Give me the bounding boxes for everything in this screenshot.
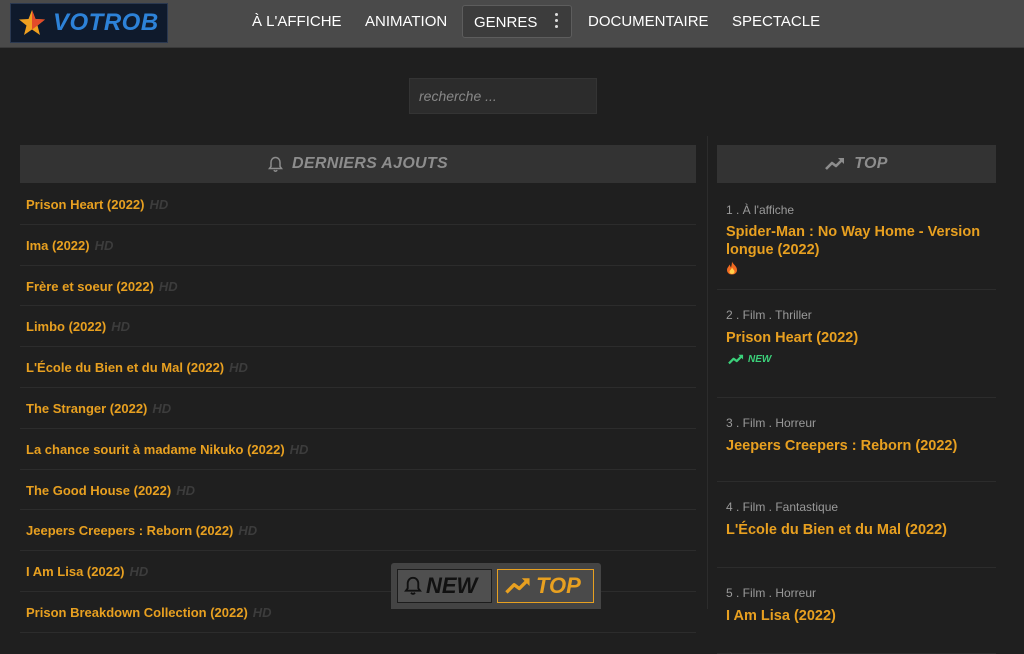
hd-quality-tag: HD [289, 441, 309, 457]
top-item-title: Spider-Man : No Way Home - Version longu… [726, 224, 981, 258]
top-item-title: Jeepers Creepers : Reborn (2022) [726, 438, 958, 454]
bell-icon [268, 156, 284, 172]
search-input[interactable] [409, 78, 597, 114]
top-list: 1 . À l'affiche Spider-Man : No Way Home … [717, 184, 996, 654]
hd-quality-tag: HD [176, 482, 195, 498]
top-item-meta: 3 . Film . Horreur [726, 416, 817, 430]
latest-item-title: La chance sourit à madame Nikuko (2022) [26, 441, 285, 457]
hd-quality-tag: HD [152, 400, 172, 416]
top-list-item[interactable]: 4 . Film . Fantastique L'École du Bien et… [717, 482, 996, 568]
latest-item-title: Prison Breakdown Collection (2022) [26, 604, 248, 620]
top-title: TOP [854, 155, 888, 172]
top-list-item[interactable]: 2 . Film . Thriller Prison Heart (2022) NE… [717, 290, 996, 398]
top-list-item[interactable]: 3 . Film . Horreur Jeepers Creepers : Reb… [717, 398, 996, 482]
top-item-meta: 1 . À l'affiche [726, 203, 795, 217]
latest-list-item[interactable]: Prison Heart (2022) HD [20, 184, 696, 225]
latest-item-title: Limbo (2022) [26, 319, 107, 335]
hd-quality-tag: HD [252, 604, 272, 620]
latest-item-title: The Good House (2022) [26, 482, 172, 498]
hd-quality-tag: HD [229, 360, 248, 376]
hd-quality-tag: HD [111, 319, 130, 335]
nav-item-documentaire[interactable]: DOCUMENTAIRE [588, 13, 709, 30]
trending-up-icon [825, 158, 845, 170]
top-header: TOP [717, 145, 996, 183]
top-list-item[interactable]: 5 . Film . Horreur I Am Lisa (2022) [717, 568, 996, 654]
latest-additions-title: DERNIERS AJOUTS [292, 155, 448, 172]
latest-list-item[interactable]: Limbo (2022) HD [20, 306, 696, 348]
top-list-item[interactable]: 1 . À l'affiche Spider-Man : No Way Home … [717, 184, 996, 290]
latest-additions-header: DERNIERS AJOUTS [20, 145, 696, 183]
top-item-title: Prison Heart (2022) [726, 330, 859, 346]
new-toggle-button[interactable]: NEW [397, 569, 492, 603]
latest-item-title: Frère et soeur (2022) [26, 278, 154, 294]
top-navigation-bar: VOTROB À L'AFFICHE ANIMATION GENRES DOCU… [0, 0, 1024, 48]
new-badge: NEW [728, 354, 771, 365]
hot-badge [726, 261, 738, 280]
column-divider [707, 136, 708, 609]
latest-item-title: L'École du Bien et du Mal (2022) [26, 360, 225, 376]
bell-icon [404, 576, 422, 595]
floating-toggle-bar: NEW TOP [391, 563, 601, 609]
new-toggle-label: NEW [426, 573, 478, 598]
site-logo-text: VOTROB [53, 9, 159, 36]
hd-quality-tag: HD [129, 564, 149, 580]
hd-quality-tag: HD [94, 237, 114, 253]
latest-list-item[interactable]: Jeepers Creepers : Reborn (2022) HD [20, 510, 696, 552]
latest-item-title: Jeepers Creepers : Reborn (2022) [26, 523, 234, 539]
latest-item-title: Prison Heart (2022) [26, 197, 145, 212]
new-badge-label: NEW [748, 354, 772, 365]
top-item-title: L'École du Bien et du Mal (2022) [726, 522, 947, 538]
latest-list-item[interactable]: The Stranger (2022) HD [20, 388, 696, 429]
latest-list-item[interactable]: L'École du Bien et du Mal (2022) HD [20, 347, 696, 388]
kebab-menu-icon [555, 13, 558, 31]
latest-item-title: I Am Lisa (2022) [26, 564, 125, 580]
latest-item-title: Ima (2022) [26, 237, 90, 253]
genres-label: GENRES [474, 14, 538, 31]
genres-menu-button[interactable]: GENRES [462, 5, 572, 38]
fire-icon [727, 261, 737, 275]
trending-up-icon [728, 354, 744, 365]
hd-quality-tag: HD [158, 278, 178, 294]
latest-list-item[interactable]: Frère et soeur (2022) HD [20, 266, 696, 307]
nav-item-animation[interactable]: ANIMATION [365, 13, 447, 30]
trending-up-icon [505, 578, 530, 594]
top-item-meta: 5 . Film . Horreur [726, 586, 817, 600]
latest-item-title: The Stranger (2022) [26, 400, 148, 416]
nav-item-spectacle[interactable]: SPECTACLE [732, 13, 820, 30]
top-toggle-button[interactable]: TOP [497, 569, 594, 603]
latest-list-item[interactable]: The Good House (2022) HD [20, 470, 696, 511]
nav-item-a-l-affiche[interactable]: À L'AFFICHE [252, 13, 342, 30]
latest-list-item[interactable]: Ima (2022) HD [20, 225, 696, 266]
star-logo-icon [19, 10, 45, 35]
top-toggle-label: TOP [536, 573, 581, 598]
hd-quality-tag: HD [149, 197, 169, 212]
top-item-meta: 2 . Film . Thriller [726, 308, 812, 322]
site-logo[interactable]: VOTROB [10, 3, 168, 43]
top-item-title: I Am Lisa (2022) [726, 608, 836, 624]
hd-quality-tag: HD [238, 523, 258, 539]
latest-list-item[interactable]: La chance sourit à madame Nikuko (2022) H… [20, 429, 696, 470]
top-item-meta: 4 . Film . Fantastique [726, 500, 839, 514]
